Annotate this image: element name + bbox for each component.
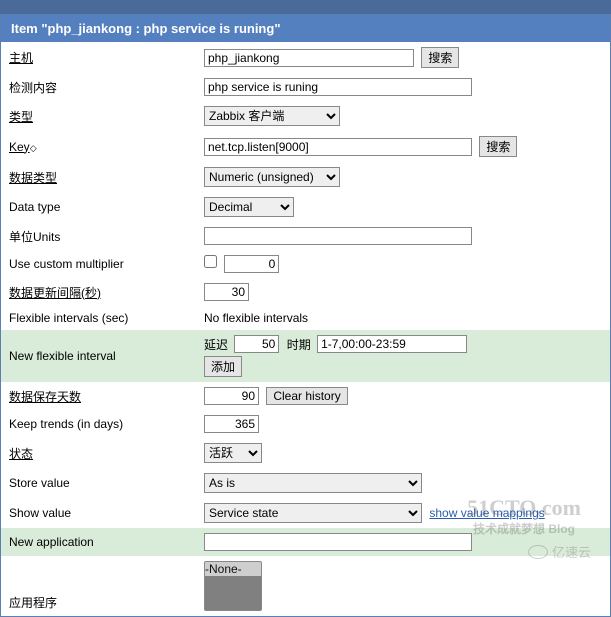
row-new-flex: New flexible interval 延迟 时期 添加 xyxy=(1,330,610,382)
description-input[interactable] xyxy=(204,78,472,96)
trends-input[interactable] xyxy=(204,415,259,433)
history-input[interactable] xyxy=(204,387,259,405)
row-units: 单位Units xyxy=(1,222,610,250)
key-label: Key xyxy=(9,140,30,154)
new-flex-delay-input[interactable] xyxy=(234,335,279,353)
trends-label: Keep trends (in days) xyxy=(1,410,196,438)
row-status: 状态 活跃 xyxy=(1,438,610,468)
new-app-label: New application xyxy=(1,528,196,556)
multiplier-input[interactable] xyxy=(224,255,279,273)
new-flex-add-button[interactable]: 添加 xyxy=(204,356,242,377)
row-multiplier: Use custom multiplier xyxy=(1,250,610,278)
row-flex-intervals: Flexible intervals (sec) No flexible int… xyxy=(1,306,610,330)
data-type-label: Data type xyxy=(1,192,196,222)
show-value-label: Show value xyxy=(1,498,196,528)
row-host: 主机 搜索 xyxy=(1,42,610,73)
row-new-app: New application xyxy=(1,528,610,556)
row-type: 类型 Zabbix 客户端 xyxy=(1,101,610,131)
row-applications: 应用程序 -None- xyxy=(1,556,610,616)
units-label: 单位Units xyxy=(1,222,196,250)
form-container: Item "php_jiankong : php service is runi… xyxy=(0,14,611,617)
panel-header: Item "php_jiankong : php service is runi… xyxy=(1,15,610,42)
new-flex-period-input[interactable] xyxy=(317,335,467,353)
key-input[interactable] xyxy=(204,138,472,156)
description-label: 检测内容 xyxy=(1,73,196,101)
key-info-icon: ◇ xyxy=(30,143,37,153)
applications-label: 应用程序 xyxy=(1,556,196,616)
row-history: 数据保存天数 Clear history xyxy=(1,382,610,410)
applications-listbox[interactable]: -None- xyxy=(204,561,262,611)
new-flex-delay-label: 延迟 xyxy=(204,336,228,353)
row-data-type: Data type Decimal xyxy=(1,192,610,222)
flex-intervals-label: Flexible intervals (sec) xyxy=(1,306,196,330)
delay-input[interactable] xyxy=(204,283,249,301)
new-flex-period-label: 时期 xyxy=(287,336,311,353)
value-type-label: 数据类型 xyxy=(9,171,57,185)
delay-label: 数据更新间隔(秒) xyxy=(9,286,101,300)
row-description: 检测内容 xyxy=(1,73,610,101)
multiplier-checkbox[interactable] xyxy=(204,255,217,268)
host-label: 主机 xyxy=(9,51,33,65)
row-store-value: Store value As is xyxy=(1,468,610,498)
row-delay: 数据更新间隔(秒) xyxy=(1,278,610,306)
new-flex-label: New flexible interval xyxy=(1,330,196,382)
type-select[interactable]: Zabbix 客户端 xyxy=(204,106,340,126)
row-show-value: Show value Service state show value mapp… xyxy=(1,498,610,528)
item-form-table: 主机 搜索 检测内容 类型 Zabbix 客户端 Key◇ 搜索 数据类型 xyxy=(1,42,610,616)
units-input[interactable] xyxy=(204,227,472,245)
history-label: 数据保存天数 xyxy=(9,390,81,404)
flex-intervals-text: No flexible intervals xyxy=(196,306,610,330)
row-trends: Keep trends (in days) xyxy=(1,410,610,438)
store-value-label: Store value xyxy=(1,468,196,498)
value-type-select[interactable]: Numeric (unsigned) xyxy=(204,167,340,187)
row-key: Key◇ 搜索 xyxy=(1,131,610,162)
key-search-button[interactable]: 搜索 xyxy=(479,136,517,157)
host-search-button[interactable]: 搜索 xyxy=(421,47,459,68)
clear-history-button[interactable]: Clear history xyxy=(266,387,347,405)
status-label: 状态 xyxy=(9,447,33,461)
show-value-mappings-link[interactable]: show value mappings xyxy=(429,506,544,520)
data-type-select[interactable]: Decimal xyxy=(204,197,294,217)
store-value-select[interactable]: As is xyxy=(204,473,422,493)
show-value-select[interactable]: Service state xyxy=(204,503,422,523)
multiplier-label: Use custom multiplier xyxy=(1,250,196,278)
top-bar xyxy=(0,0,611,14)
row-value-type: 数据类型 Numeric (unsigned) xyxy=(1,162,610,192)
host-input[interactable] xyxy=(204,49,414,67)
type-label: 类型 xyxy=(9,110,33,124)
status-select[interactable]: 活跃 xyxy=(204,443,262,463)
new-app-input[interactable] xyxy=(204,533,472,551)
